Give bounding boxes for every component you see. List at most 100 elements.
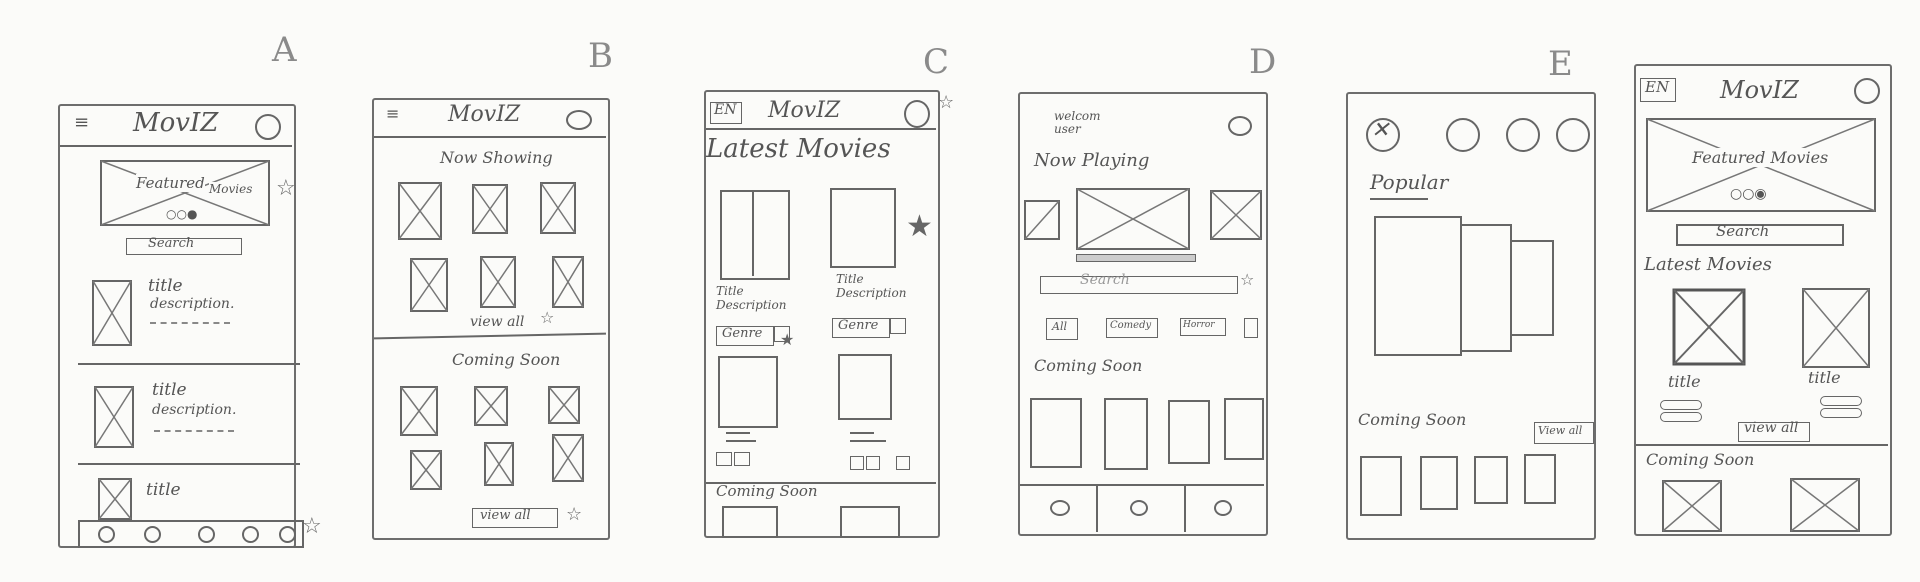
carousel-dots[interactable]: ○○◉ <box>1730 186 1767 202</box>
header-divider <box>60 145 292 147</box>
movie-poster[interactable] <box>98 478 132 520</box>
movie-poster[interactable] <box>1030 398 1082 468</box>
profile-icon[interactable] <box>904 100 930 128</box>
profile-icon[interactable] <box>255 114 281 140</box>
movie-poster[interactable] <box>410 450 442 490</box>
text-placeholder <box>726 432 750 434</box>
category-icon[interactable] <box>1506 118 1540 152</box>
featured-label: Featured <box>136 174 205 192</box>
menu-icon[interactable]: ≡ <box>386 104 399 123</box>
movie-title: title <box>146 480 181 500</box>
category-icon[interactable] <box>1446 118 1480 152</box>
nav-icon[interactable] <box>242 526 259 543</box>
movie-poster[interactable] <box>474 386 508 426</box>
action-icon[interactable] <box>734 452 750 466</box>
popular-poster[interactable] <box>1374 216 1462 356</box>
movie-poster[interactable] <box>1662 480 1722 532</box>
featured-movie-card[interactable] <box>1076 188 1190 250</box>
profile-icon[interactable] <box>1228 116 1252 136</box>
movie-title: title <box>1668 372 1701 391</box>
rating-pill <box>1820 408 1862 418</box>
nav-icon[interactable] <box>144 526 161 543</box>
popular-underline <box>1370 198 1428 200</box>
star-icon: ☆ <box>938 92 955 113</box>
popular-heading: Popular <box>1370 170 1449 194</box>
movie-poster[interactable] <box>718 356 778 428</box>
movie-poster[interactable] <box>540 182 576 234</box>
search-bar[interactable] <box>1040 276 1238 294</box>
nav-icon[interactable] <box>279 526 296 543</box>
profile-icon[interactable] <box>566 110 592 130</box>
view-all-link[interactable]: view all <box>470 314 524 330</box>
movie-poster[interactable] <box>484 442 514 486</box>
movie-poster[interactable] <box>552 256 584 308</box>
section-divider <box>1636 444 1888 446</box>
popular-poster[interactable] <box>1460 224 1512 352</box>
movie-poster[interactable] <box>548 386 580 424</box>
coming-soon-heading: Coming Soon <box>1034 356 1143 375</box>
app-title: MovIZ <box>1720 76 1799 104</box>
language-label: EN <box>1645 78 1670 96</box>
movie-poster[interactable] <box>1474 456 1508 504</box>
add-button[interactable] <box>890 318 906 334</box>
movie-poster[interactable] <box>1802 288 1870 368</box>
movie-poster[interactable] <box>830 188 896 268</box>
movie-poster[interactable] <box>92 280 132 346</box>
nav-icon[interactable] <box>1130 500 1148 516</box>
text-placeholder <box>154 430 234 432</box>
movie-poster[interactable] <box>480 256 516 308</box>
movie-poster[interactable] <box>398 182 442 240</box>
view-all-button-label: view all <box>480 508 531 523</box>
movie-poster[interactable] <box>722 506 778 538</box>
movie-poster[interactable] <box>840 506 900 538</box>
movie-poster[interactable] <box>1524 454 1556 504</box>
movie-poster[interactable] <box>838 354 892 420</box>
action-icon[interactable] <box>896 456 910 470</box>
movie-title: title <box>1808 368 1841 387</box>
app-title: MovIZ <box>768 98 841 123</box>
profile-icon[interactable] <box>1854 78 1880 104</box>
popular-poster[interactable] <box>1510 240 1554 336</box>
frame-label-a: A <box>272 30 297 70</box>
movie-title-description: Title Description <box>716 284 787 312</box>
movie-poster[interactable] <box>552 434 584 482</box>
movie-poster[interactable] <box>1360 456 1402 516</box>
nav-icon[interactable] <box>198 526 215 543</box>
movie-poster[interactable] <box>410 258 448 312</box>
movie-poster[interactable] <box>1104 398 1148 470</box>
latest-movies-heading: Latest Movies <box>1644 254 1772 275</box>
category-icon[interactable] <box>1556 118 1590 152</box>
action-icon[interactable] <box>866 456 880 470</box>
header-divider <box>374 136 606 138</box>
movie-poster[interactable] <box>1420 456 1458 510</box>
action-icon[interactable] <box>716 452 732 466</box>
filter-chip-horror-label: Horror <box>1183 320 1215 330</box>
movie-title-description: Title Description <box>836 272 907 300</box>
bottom-nav-divider <box>1020 484 1264 486</box>
star-icon: ☆ <box>276 176 296 201</box>
movie-poster[interactable] <box>472 184 508 234</box>
movie-poster[interactable] <box>94 386 134 448</box>
action-icon[interactable] <box>850 456 864 470</box>
movie-title: title <box>152 380 187 400</box>
movie-poster[interactable] <box>1224 398 1264 460</box>
coming-soon-heading: Coming Soon <box>716 482 818 500</box>
filter-chip-more[interactable] <box>1244 318 1258 338</box>
menu-icon[interactable]: ≡ <box>74 112 89 133</box>
nav-icon[interactable] <box>98 526 115 543</box>
movie-poster[interactable] <box>1210 190 1262 240</box>
frame-label-d: D <box>1249 42 1277 82</box>
nav-icon[interactable] <box>1050 500 1070 516</box>
nav-icon[interactable] <box>1214 500 1232 516</box>
app-title: MovIZ <box>133 108 219 138</box>
carousel-dots[interactable]: ○○● <box>166 207 197 221</box>
movie-poster[interactable] <box>400 386 438 436</box>
movie-poster[interactable] <box>1790 478 1860 532</box>
latest-movies-heading: Latest Movies <box>706 134 891 164</box>
movie-poster[interactable] <box>1024 200 1060 240</box>
movie-poster[interactable] <box>1168 400 1210 464</box>
movie-poster[interactable] <box>1672 288 1746 366</box>
sketch-sheet: A B C D E ≡ MovIZ Featured Movies ○○● ☆ … <box>0 0 1920 582</box>
movie-title: title <box>148 276 183 296</box>
movie-poster[interactable] <box>720 190 790 280</box>
